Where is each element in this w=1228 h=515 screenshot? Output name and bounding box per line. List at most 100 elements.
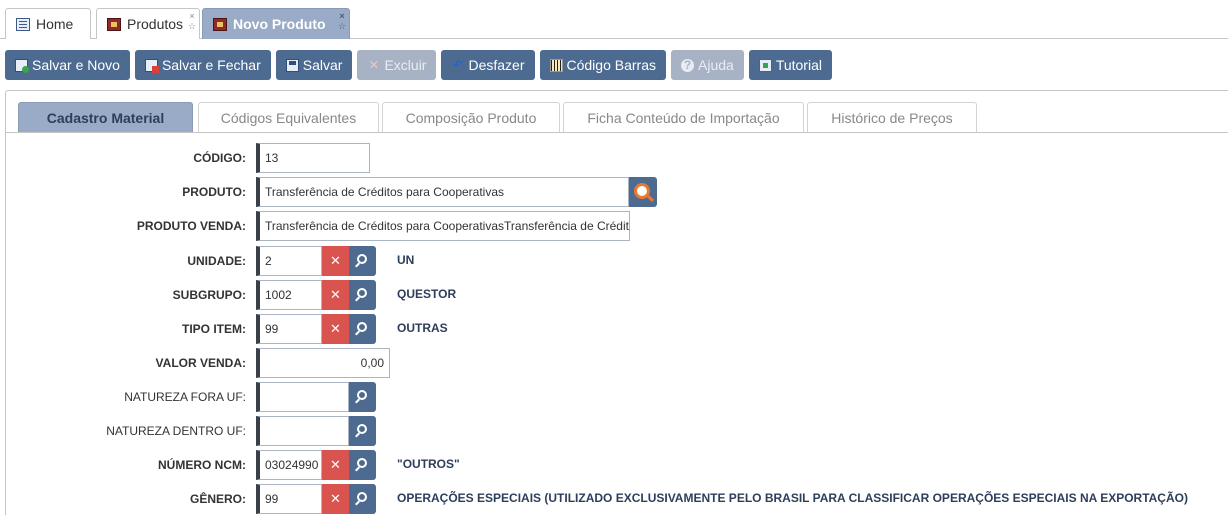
produto-venda-input[interactable]: Transferência de Créditos para Cooperati… [256,211,630,241]
excluir-button[interactable]: ✕ Excluir [357,50,437,80]
search-icon [357,458,367,468]
button-label: Salvar e Novo [32,57,120,73]
desfazer-button[interactable]: ↶ Desfazer [441,50,535,80]
natureza-dentro-uf-label: NATUREZA DENTRO UF: [106,424,246,438]
tipo-item-clear-button[interactable]: ✕ [322,314,349,344]
numero-ncm-label: NÚMERO NCM: [158,458,246,472]
search-icon [357,288,367,298]
unidade-label: UNIDADE: [187,254,246,268]
save-close-icon [144,58,159,73]
button-label: Salvar [302,57,343,73]
unidade-search-button[interactable] [349,246,376,276]
valor-venda-input[interactable]: 0,00 [256,348,390,378]
produto-lookup-button[interactable] [629,177,657,207]
codigo-label: CÓDIGO: [193,151,246,165]
codigo-barras-button[interactable]: Código Barras [539,50,666,80]
form-row-natureza-dentro-uf: NATUREZA DENTRO UF: [6,416,1228,446]
tab-home[interactable]: Home [5,8,91,39]
form-row-tipo-item: TIPO ITEM: 99 ✕ OUTRAS [6,314,1228,344]
button-label: Excluir [384,57,427,73]
form-row-valor-venda: VALOR VENDA: 0,00 [6,348,1228,378]
tab-ficha-conteudo-importacao[interactable]: Ficha Conteúdo de Importação [563,102,804,132]
search-icon [357,322,367,332]
natureza-fora-uf-input[interactable] [256,382,349,412]
form-row-codigo: CÓDIGO: 13 [6,143,1228,173]
search-icon [357,424,367,434]
search-icon [357,254,367,264]
tutorial-icon [758,58,772,72]
tab-controls: × ☆ [337,11,347,31]
numero-ncm-input[interactable]: 03024990 [256,450,322,480]
help-icon: ? [681,58,694,72]
delete-icon: ✕ [368,57,379,72]
tab-produtos[interactable]: Produtos × ☆ [96,8,200,39]
salvar-e-fechar-button[interactable]: Salvar e Fechar [134,50,271,80]
salvar-e-novo-button[interactable]: Salvar e Novo [5,50,130,80]
pin-tab-icon[interactable]: ☆ [187,21,197,31]
tipo-item-search-button[interactable] [349,314,376,344]
genero-clear-button[interactable]: ✕ [322,484,349,514]
genero-input[interactable]: 99 [256,484,322,514]
unidade-clear-button[interactable]: ✕ [322,246,349,276]
tab-codigos-equivalentes[interactable]: Códigos Equivalentes [198,102,379,132]
form-row-subgrupo: SUBGRUPO: 1002 ✕ QUESTOR [6,280,1228,310]
natureza-dentro-uf-search-button[interactable] [349,416,376,446]
numero-ncm-description: "OUTROS" [397,457,460,471]
tipo-item-description: OUTRAS [397,321,448,335]
tab-controls: × ☆ [187,11,197,31]
save-new-icon [15,58,29,73]
produto-input[interactable]: Transferência de Créditos para Cooperati… [256,177,629,207]
ajuda-button[interactable]: ? Ajuda [671,50,744,80]
pin-tab-icon[interactable]: ☆ [337,21,347,31]
form-row-genero: GÊNERO: 99 ✕ OPERAÇÕES ESPECIAIS (UTILIZ… [6,484,1228,514]
natureza-fora-uf-label: NATUREZA FORA UF: [124,390,246,404]
close-tab-icon[interactable]: × [187,11,197,21]
box-icon [107,17,121,31]
numero-ncm-clear-button[interactable]: ✕ [322,450,349,480]
produto-venda-label: PRODUTO VENDA: [136,219,246,233]
tab-label: Produtos [127,16,184,32]
unidade-input[interactable]: 2 [256,246,322,276]
form-row-produto-venda: PRODUTO VENDA: Transferência de Créditos… [6,211,1228,241]
valor-venda-label: VALOR VENDA: [155,356,246,370]
natureza-dentro-uf-input[interactable] [256,416,349,446]
button-label: Tutorial [775,57,822,73]
natureza-fora-uf-search-button[interactable] [349,382,376,412]
button-label: Código Barras [566,57,657,73]
codigo-input[interactable]: 13 [256,143,370,173]
tab-cadastro-material[interactable]: Cadastro Material [18,102,193,132]
tipo-item-label: TIPO ITEM: [182,322,246,336]
button-label: Salvar e Fechar [161,57,261,73]
tutorial-button[interactable]: Tutorial [748,50,832,80]
form-row-produto: PRODUTO: Transferência de Créditos para … [6,177,1228,207]
home-icon [16,17,30,31]
close-tab-icon[interactable]: × [337,11,347,21]
search-icon [357,492,367,502]
subgrupo-clear-button[interactable]: ✕ [322,280,349,310]
subgrupo-label: SUBGRUPO: [172,288,246,302]
produto-label: PRODUTO: [182,185,246,199]
save-icon [285,58,299,72]
tab-historico-precos[interactable]: Histórico de Preços [807,102,977,132]
tab-novo-produto[interactable]: Novo Produto × ☆ [202,8,350,39]
button-label: Desfazer [468,57,525,73]
genero-search-button[interactable] [349,484,376,514]
tab-label: Home [36,16,74,32]
subgrupo-description: QUESTOR [397,287,457,301]
tipo-item-input[interactable]: 99 [256,314,322,344]
window-tab-bar: Home Produtos × ☆ Novo Produto × ☆ [0,0,1228,39]
box-icon [213,17,227,31]
genero-label: GÊNERO: [189,492,246,506]
form-row-numero-ncm: NÚMERO NCM: 03024990 ✕ "OUTROS" [6,450,1228,480]
salvar-button[interactable]: Salvar [275,50,353,80]
numero-ncm-search-button[interactable] [349,450,376,480]
form-row-natureza-fora-uf: NATUREZA FORA UF: [6,382,1228,412]
tab-composicao-produto[interactable]: Composição Produto [382,102,560,132]
undo-icon: ↶ [452,57,463,72]
barcode-icon [549,58,563,72]
form-row-unidade: UNIDADE: 2 ✕ UN [6,246,1228,276]
unidade-description: UN [397,253,415,267]
toolbar: Salvar e Novo Salvar e Fechar Salvar ✕ E… [5,50,837,80]
subgrupo-search-button[interactable] [349,280,376,310]
subgrupo-input[interactable]: 1002 [256,280,322,310]
